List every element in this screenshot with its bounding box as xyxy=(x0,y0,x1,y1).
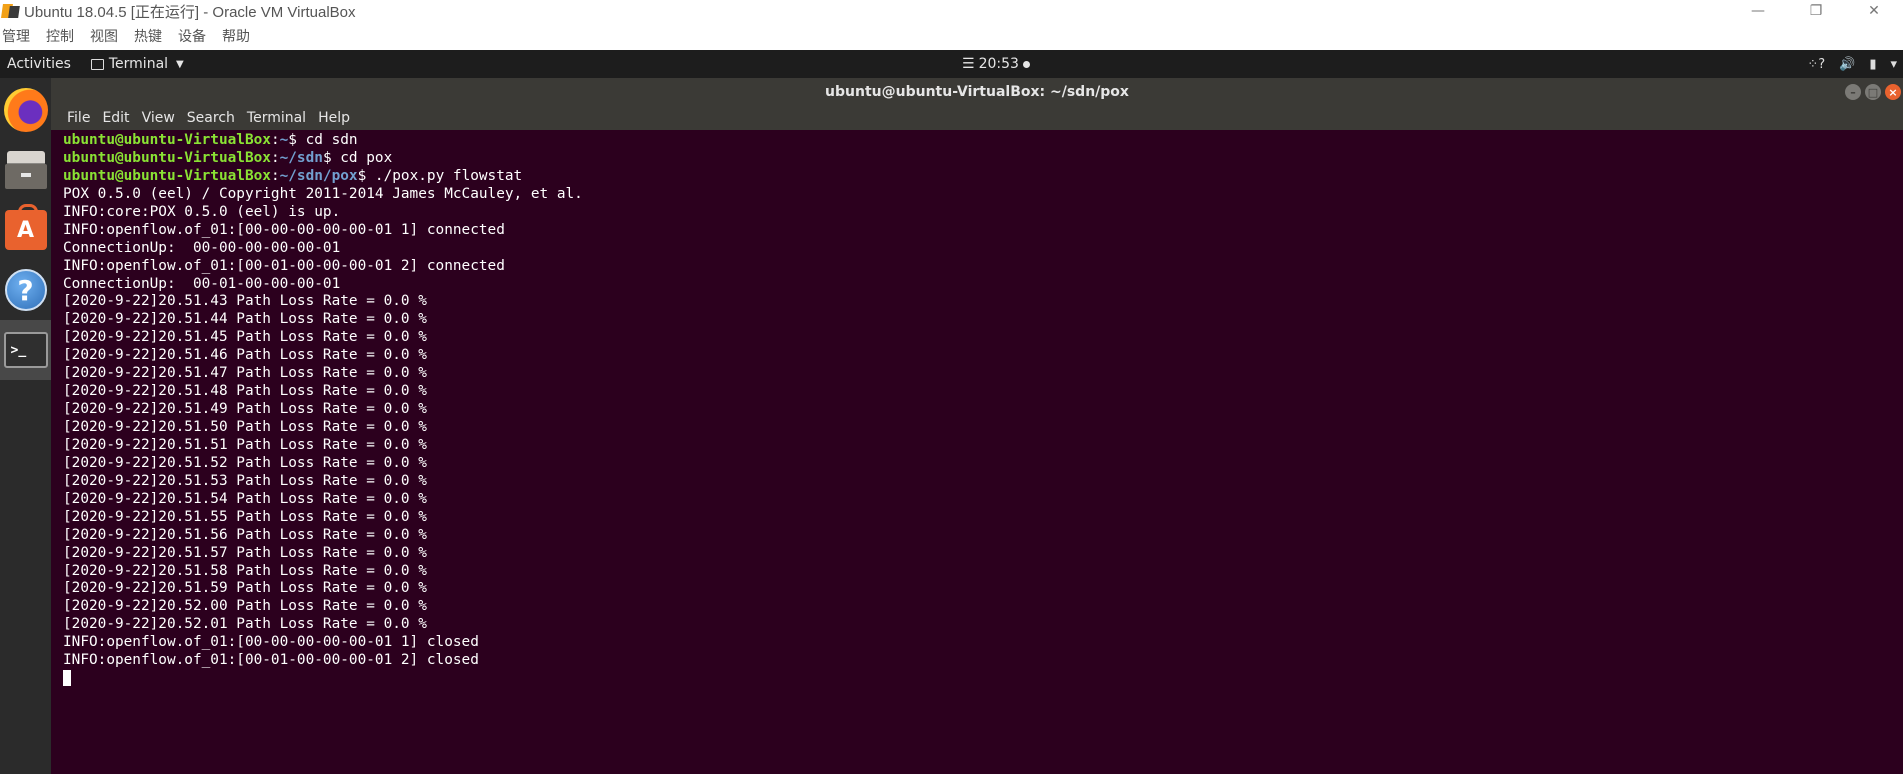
dock-item-firefox[interactable] xyxy=(0,80,51,140)
prompt-command: cd sdn xyxy=(296,132,358,148)
vbox-titlebar: Ubuntu 18.04.5 [正在运行] - Oracle VM Virtua… xyxy=(0,0,1903,22)
app-menu[interactable]: Terminal ▼ xyxy=(90,56,184,72)
help-icon: ? xyxy=(4,269,47,311)
software-icon: A xyxy=(4,204,47,250)
output-line: INFO:openflow.of_01:[00-01-00-00-00-01 2… xyxy=(63,652,479,669)
clock[interactable]: ☰ 20:53 xyxy=(962,50,1030,78)
terminal-menubar: File Edit View Search Terminal Help xyxy=(51,106,1903,130)
output-line: INFO:openflow.of_01:[00-01-00-00-00-01 2… xyxy=(63,257,505,274)
virtualbox-logo-icon xyxy=(1,2,20,20)
terminal-title: ubuntu@ubuntu-VirtualBox: ~/sdn/pox xyxy=(825,84,1129,100)
prompt-path: ~ xyxy=(279,132,289,148)
terminal-window-controls: – □ × xyxy=(1845,84,1901,100)
output-line: INFO:core:POX 0.5.0 (eel) is up. xyxy=(63,203,341,220)
output-line: [2020-9-22]20.51.55 Path Loss Rate = 0.0… xyxy=(63,508,427,525)
terminal-menu-view[interactable]: View xyxy=(142,110,175,126)
output-line: [2020-9-22]20.51.58 Path Loss Rate = 0.0… xyxy=(63,562,427,579)
dock-item-help[interactable]: ? xyxy=(0,260,51,320)
activities-button[interactable]: Activities xyxy=(7,56,71,72)
prompt-user: ubuntu@ubuntu-VirtualBox xyxy=(63,132,271,148)
app-menu-label: Terminal xyxy=(108,56,169,72)
output-line: [2020-9-22]20.51.44 Path Loss Rate = 0.0… xyxy=(63,311,427,328)
terminal-app-icon xyxy=(90,58,104,70)
output-line: [2020-9-22]20.51.45 Path Loss Rate = 0.0… xyxy=(63,329,427,346)
output-line: POX 0.5.0 (eel) / Copyright 2011-2014 Ja… xyxy=(63,185,583,202)
notification-icon: ☰ xyxy=(962,56,975,72)
output-line: [2020-9-22]20.52.01 Path Loss Rate = 0.0… xyxy=(63,616,427,633)
terminal-close-button[interactable]: × xyxy=(1885,84,1901,100)
output-line: [2020-9-22]20.51.47 Path Loss Rate = 0.0… xyxy=(63,365,427,382)
menu-hotkeys[interactable]: 热键 xyxy=(134,26,162,46)
volume-icon: 🔊 xyxy=(1839,56,1856,72)
prompt-user: ubuntu@ubuntu-VirtualBox xyxy=(63,149,271,166)
output-line: [2020-9-22]20.51.49 Path Loss Rate = 0.0… xyxy=(63,401,427,418)
output-line: [2020-9-22]20.51.52 Path Loss Rate = 0.0… xyxy=(63,454,427,471)
terminal-menu-edit[interactable]: Edit xyxy=(102,110,129,126)
output-line: [2020-9-22]20.51.57 Path Loss Rate = 0.0… xyxy=(63,544,427,561)
system-tray[interactable]: ⁘? 🔊 ▮ ▾ xyxy=(1807,50,1897,78)
files-icon xyxy=(4,149,47,191)
prompt-command: cd pox xyxy=(331,149,393,166)
clock-time: 20:53 xyxy=(978,56,1019,72)
dock-item-files[interactable] xyxy=(0,140,51,200)
output-line: INFO:openflow.of_01:[00-00-00-00-00-01 1… xyxy=(63,221,505,238)
output-line: [2020-9-22]20.51.50 Path Loss Rate = 0.0… xyxy=(63,419,427,435)
output-line: [2020-9-22]20.51.51 Path Loss Rate = 0.0… xyxy=(63,436,427,453)
menu-devices[interactable]: 设备 xyxy=(178,26,206,46)
dock: A ? >_ xyxy=(0,78,51,774)
dock-item-terminal[interactable]: >_ xyxy=(0,320,51,380)
output-lines: POX 0.5.0 (eel) / Copyright 2011-2014 Ja… xyxy=(63,186,1903,670)
battery-icon: ▮ xyxy=(1869,56,1877,72)
menu-view[interactable]: 视图 xyxy=(90,26,118,46)
terminal-icon: >_ xyxy=(3,332,48,368)
gnome-topbar: Activities Terminal ▼ ☰ 20:53 ⁘? 🔊 ▮ ▾ xyxy=(0,50,1903,78)
notification-dot-icon xyxy=(1022,60,1030,68)
window-title: Ubuntu 18.04.5 [正在运行] - Oracle VM Virtua… xyxy=(24,3,356,21)
prompt-command: ./pox.py flowstat xyxy=(366,167,523,184)
menu-help[interactable]: 帮助 xyxy=(222,26,250,46)
menu-control[interactable]: 控制 xyxy=(46,26,74,46)
terminal-output[interactable]: ubuntu@ubuntu-VirtualBox:~$ cd sdn ubunt… xyxy=(51,130,1903,774)
restore-button[interactable]: ❐ xyxy=(1787,0,1845,22)
prompt-user: ubuntu@ubuntu-VirtualBox xyxy=(63,167,271,184)
output-line: [2020-9-22]20.51.53 Path Loss Rate = 0.0… xyxy=(63,472,427,489)
text-cursor xyxy=(63,670,71,687)
network-icon: ⁘? xyxy=(1807,56,1826,72)
output-line: [2020-9-22]20.51.56 Path Loss Rate = 0.0… xyxy=(63,526,427,543)
output-line: [2020-9-22]20.51.48 Path Loss Rate = 0.0… xyxy=(63,383,427,400)
prompt-line: ubuntu@ubuntu-VirtualBox:~/sdn$ cd pox xyxy=(63,149,393,166)
cursor-line xyxy=(63,670,1903,688)
terminal-minimize-button[interactable]: – xyxy=(1845,84,1861,100)
prompt-path: ~/sdn/pox xyxy=(279,167,358,184)
output-line: [2020-9-22]20.51.54 Path Loss Rate = 0.0… xyxy=(63,490,427,507)
output-line: [2020-9-22]20.52.00 Path Loss Rate = 0.0… xyxy=(63,598,427,615)
terminal-menu-file[interactable]: File xyxy=(67,110,90,126)
chevron-down-icon: ▾ xyxy=(1890,56,1897,72)
output-line: INFO:openflow.of_01:[00-00-00-00-00-01 1… xyxy=(63,634,479,651)
menu-manage[interactable]: 管理 xyxy=(2,26,30,46)
vbox-menubar: 管理 控制 视图 热键 设备 帮助 xyxy=(0,22,1903,50)
output-line: [2020-9-22]20.51.46 Path Loss Rate = 0.0… xyxy=(63,347,427,364)
terminal-menu-terminal[interactable]: Terminal xyxy=(247,110,306,126)
caret-down-icon: ▼ xyxy=(176,58,184,70)
terminal-maximize-button[interactable]: □ xyxy=(1865,84,1881,100)
output-line: [2020-9-22]20.51.59 Path Loss Rate = 0.0… xyxy=(63,580,427,597)
dock-item-software[interactable]: A xyxy=(0,200,51,260)
output-line: [2020-9-22]20.51.43 Path Loss Rate = 0.0… xyxy=(63,293,427,310)
firefox-icon xyxy=(3,88,48,132)
prompt-line: ubuntu@ubuntu-VirtualBox:~$ cd sdn xyxy=(63,132,358,148)
prompt-path: ~/sdn xyxy=(279,149,323,166)
close-button[interactable]: ✕ xyxy=(1845,0,1903,22)
window-controls: — ❐ ✕ xyxy=(1729,0,1903,22)
terminal-menu-search[interactable]: Search xyxy=(187,110,235,126)
output-line: ConnectionUp: 00-00-00-00-00-01 xyxy=(63,239,341,256)
terminal-menu-help[interactable]: Help xyxy=(318,110,350,126)
prompt-line: ubuntu@ubuntu-VirtualBox:~/sdn/pox$ ./po… xyxy=(63,167,523,184)
terminal-titlebar: ubuntu@ubuntu-VirtualBox: ~/sdn/pox – □ … xyxy=(51,78,1903,106)
output-line: ConnectionUp: 00-01-00-00-00-01 xyxy=(63,275,341,292)
minimize-button[interactable]: — xyxy=(1729,0,1787,22)
